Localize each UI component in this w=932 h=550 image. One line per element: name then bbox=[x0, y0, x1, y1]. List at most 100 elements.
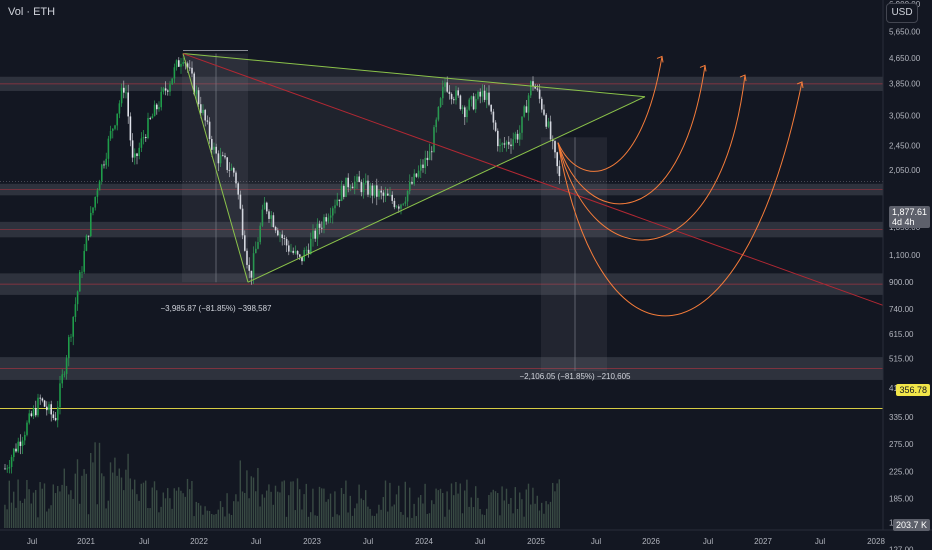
candle-body bbox=[147, 118, 149, 139]
volume-bar bbox=[274, 485, 277, 528]
measure-label-1: −3,985.87 (−81.85%) −398,587 bbox=[161, 304, 273, 313]
volume-bar bbox=[74, 473, 76, 528]
volume-bar bbox=[195, 501, 197, 528]
volume-bars bbox=[4, 442, 560, 528]
volume-bar bbox=[136, 494, 138, 528]
candle-body bbox=[109, 130, 112, 139]
volume-bar bbox=[197, 503, 200, 528]
volume-bar bbox=[296, 478, 299, 528]
volume-bar bbox=[72, 498, 74, 528]
volume-bar bbox=[30, 503, 32, 528]
candle-body bbox=[39, 397, 41, 399]
volume-bar bbox=[437, 490, 439, 528]
volume-bar bbox=[428, 513, 431, 528]
volume-bar bbox=[490, 492, 492, 528]
candle-body bbox=[169, 84, 171, 92]
volume-bar bbox=[395, 494, 398, 528]
volume-bar bbox=[250, 476, 252, 528]
price-tick-21: 127.00 bbox=[889, 546, 914, 550]
candle-body bbox=[162, 88, 165, 92]
candle-body bbox=[125, 92, 127, 94]
volume-bar bbox=[217, 509, 219, 528]
volume-bar bbox=[332, 516, 334, 528]
volume-bar bbox=[145, 480, 147, 528]
price-tick-17: 275.00 bbox=[889, 440, 914, 449]
candle-body bbox=[558, 166, 561, 177]
time-tick-9: 2025 bbox=[527, 537, 545, 546]
volume-bar bbox=[233, 501, 235, 528]
time-tick-13: 2027 bbox=[754, 537, 772, 546]
candle-body bbox=[10, 457, 13, 468]
volume-bar bbox=[466, 479, 468, 528]
volume-bar bbox=[376, 513, 378, 528]
volume-bar bbox=[362, 500, 365, 528]
volume-bar bbox=[263, 497, 266, 528]
volume-bar bbox=[226, 493, 228, 528]
volume-bar bbox=[268, 484, 270, 528]
volume-bar bbox=[378, 504, 380, 528]
volume-bar bbox=[415, 516, 417, 528]
candle-body bbox=[72, 316, 74, 337]
candle-body bbox=[114, 125, 116, 129]
volume-bar bbox=[285, 516, 288, 528]
volume-bar bbox=[325, 501, 327, 528]
candle-body bbox=[153, 104, 156, 117]
time-tick-11: 2026 bbox=[642, 537, 660, 546]
candle-body bbox=[26, 422, 28, 435]
volume-bar bbox=[525, 489, 527, 528]
volume-bar bbox=[442, 492, 444, 528]
volume-bar bbox=[340, 488, 343, 528]
chart-legend: Vol · ETH bbox=[8, 6, 56, 18]
volume-bar bbox=[131, 489, 134, 528]
volume-bar bbox=[552, 482, 554, 528]
volume-bar bbox=[422, 503, 424, 528]
volume-bar bbox=[50, 505, 52, 528]
volume-bar bbox=[406, 517, 409, 528]
time-tick-2: Jul bbox=[139, 537, 149, 546]
volume-bar bbox=[149, 508, 151, 528]
candle-body bbox=[127, 92, 129, 117]
volume-bar bbox=[182, 493, 184, 528]
volume-bar bbox=[358, 484, 360, 528]
candle-body bbox=[70, 336, 72, 338]
volume-bar bbox=[92, 462, 94, 528]
volume-bar bbox=[103, 476, 105, 528]
candle-body bbox=[116, 113, 118, 126]
volume-bar bbox=[79, 503, 81, 528]
volume-bar bbox=[279, 492, 281, 528]
volume-bar bbox=[68, 494, 70, 528]
volume-bar bbox=[138, 500, 140, 528]
candle-body bbox=[160, 91, 162, 108]
volume-bar bbox=[450, 483, 453, 528]
volume-bar bbox=[98, 442, 101, 528]
volume-bar bbox=[508, 503, 510, 528]
candle-body bbox=[145, 137, 147, 139]
volume-bar bbox=[257, 467, 259, 528]
price-tick-14: 515.00 bbox=[889, 354, 914, 363]
candle-body bbox=[136, 153, 138, 157]
volume-bar bbox=[497, 493, 499, 528]
candle-body bbox=[105, 158, 107, 166]
volume-bar bbox=[87, 514, 90, 528]
volume-bar bbox=[109, 462, 112, 528]
volume-bar bbox=[292, 481, 294, 528]
volume-value-tag: 203.7 K bbox=[892, 519, 930, 531]
volume-bar bbox=[114, 457, 116, 528]
volume-bar bbox=[112, 472, 114, 528]
volume-bar bbox=[101, 473, 103, 528]
price-tick-7: 2,450.00 bbox=[889, 141, 921, 150]
volume-bar bbox=[527, 483, 530, 528]
candle-body bbox=[92, 207, 94, 213]
volume-bar bbox=[455, 481, 457, 528]
volume-bar bbox=[180, 490, 182, 528]
volume-bar bbox=[541, 502, 543, 528]
volume-bar bbox=[472, 507, 475, 528]
price-tick-3: 5,650.00 bbox=[889, 27, 921, 36]
price-tick-11: 900.00 bbox=[889, 278, 914, 287]
currency-button[interactable]: USD bbox=[886, 3, 918, 23]
volume-bar bbox=[94, 442, 96, 528]
chart-canvas[interactable]: 10,500.008,500.006,900.005,650.004,650.0… bbox=[0, 0, 932, 550]
candle-body bbox=[112, 128, 114, 131]
volume-bar bbox=[479, 508, 481, 528]
volume-bar bbox=[54, 493, 57, 528]
